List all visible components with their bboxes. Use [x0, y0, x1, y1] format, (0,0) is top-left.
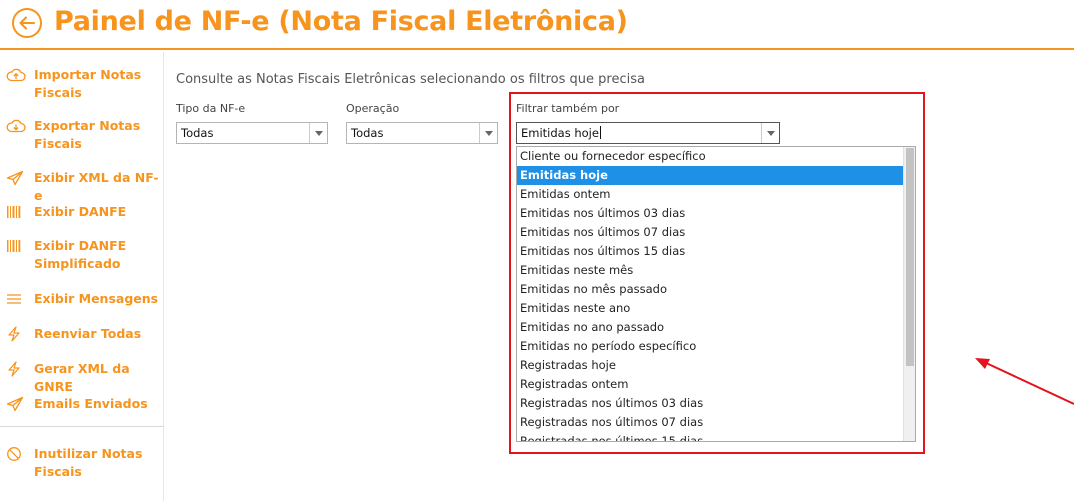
cloud-download-icon	[6, 118, 26, 134]
send-icon	[6, 396, 26, 412]
sidebar-item-label: Exibir DANFE Simplificado	[34, 238, 127, 271]
sidebar-item-importar-notas[interactable]: Importar Notas Fiscais	[6, 66, 162, 102]
dropdown-option[interactable]: Emitidas nos últimos 07 dias	[517, 223, 903, 242]
sidebar-item-exibir-danfe[interactable]: Exibir DANFE	[6, 203, 162, 221]
chevron-down-icon[interactable]	[309, 123, 327, 143]
sidebar-item-reenviar-todas[interactable]: Reenviar Todas	[6, 325, 162, 343]
sidebar-item-label: Exibir Mensagens	[34, 291, 159, 306]
dropdown-option[interactable]: Cliente ou fornecedor específico	[517, 147, 903, 166]
dropdown-option[interactable]: Emitidas nos últimos 15 dias	[517, 242, 903, 261]
dropdown-option[interactable]: Registradas nos últimos 07 dias	[517, 413, 903, 432]
sidebar-item-exibir-mensagens[interactable]: Exibir Mensagens	[6, 290, 162, 308]
sidebar-divider	[0, 426, 164, 427]
dropdown-option[interactable]: Emitidas neste ano	[517, 299, 903, 318]
dropdown-option[interactable]: Registradas nos últimos 15 dias	[517, 432, 903, 441]
sidebar-item-label: Importar Notas Fiscais	[34, 67, 142, 100]
operacao-label: Operação	[346, 102, 400, 115]
dropdown-option[interactable]: Emitidas nos últimos 03 dias	[517, 204, 903, 223]
dropdown-option-selected[interactable]: Emitidas hoje	[517, 166, 903, 185]
dropdown-option[interactable]: Emitidas ontem	[517, 185, 903, 204]
operacao-value: Todas	[351, 126, 384, 140]
sidebar-item-label: Emails Enviados	[34, 396, 148, 411]
sidebar-item-label: Exportar Notas Fiscais	[34, 118, 141, 151]
lightning-icon	[6, 361, 26, 377]
back-button[interactable]	[12, 8, 42, 38]
arrow-left-icon	[19, 16, 35, 30]
dropdown-scrollbar[interactable]	[903, 147, 915, 441]
sidebar-item-inutilizar-notas[interactable]: Inutilizar Notas Fiscais	[6, 445, 162, 481]
chevron-down-icon[interactable]	[479, 123, 497, 143]
sidebar-item-emails-enviados[interactable]: Emails Enviados	[6, 395, 162, 413]
cloud-upload-icon	[6, 67, 26, 83]
tipo-nfe-select[interactable]: Todas	[176, 122, 328, 144]
sidebar-item-exibir-xml[interactable]: Exibir XML da NF-e	[6, 169, 162, 205]
dropdown-option[interactable]: Registradas ontem	[517, 375, 903, 394]
dropdown-option[interactable]: Emitidas no período específico	[517, 337, 903, 356]
dropdown-option[interactable]: Emitidas no ano passado	[517, 318, 903, 337]
filtrar-value: Emitidas hoje	[521, 126, 599, 140]
operacao-select[interactable]: Todas	[346, 122, 498, 144]
sidebar-item-exibir-danfe-simplificado[interactable]: Exibir DANFE Simplificado	[6, 237, 162, 273]
filtrar-dropdown-list: Cliente ou fornecedor específico Emitida…	[516, 146, 916, 442]
sidebar-item-gerar-xml-gnre[interactable]: Gerar XML da GNRE	[6, 360, 162, 396]
page-header: Painel de NF-e (Nota Fiscal Eletrônica)	[0, 0, 1074, 50]
sidebar-item-exportar-notas[interactable]: Exportar Notas Fiscais	[6, 117, 162, 153]
tipo-nfe-value: Todas	[181, 126, 214, 140]
tipo-nfe-label: Tipo da NF-e	[176, 102, 246, 115]
page-title: Painel de NF-e (Nota Fiscal Eletrônica)	[54, 6, 628, 37]
sidebar-item-label: Exibir DANFE	[34, 204, 127, 219]
dropdown-option[interactable]: Registradas nos últimos 03 dias	[517, 394, 903, 413]
menu-lines-icon	[6, 291, 26, 307]
annotation-arrow	[975, 358, 1074, 405]
dropdown-option[interactable]: Emitidas neste mês	[517, 261, 903, 280]
barcode-icon	[6, 204, 26, 220]
scrollbar-thumb[interactable]	[906, 148, 914, 366]
barcode-icon	[6, 238, 26, 254]
dropdown-option[interactable]: Registradas hoje	[517, 356, 903, 375]
filtrar-label: Filtrar também por	[516, 102, 620, 115]
filtrar-select[interactable]: Emitidas hoje	[516, 122, 780, 144]
chevron-down-icon[interactable]	[761, 123, 779, 143]
dropdown-option[interactable]: Emitidas no mês passado	[517, 280, 903, 299]
sidebar-item-label: Reenviar Todas	[34, 326, 142, 341]
sidebar-item-label: Gerar XML da GNRE	[34, 361, 130, 394]
intro-text: Consulte as Notas Fiscais Eletrônicas se…	[176, 72, 645, 87]
sidebar-item-label: Exibir XML da NF-e	[34, 170, 159, 203]
prohibited-icon	[6, 446, 26, 462]
lightning-icon	[6, 326, 26, 342]
sidebar: Importar Notas Fiscais Exportar Notas Fi…	[0, 52, 164, 501]
sidebar-item-label: Inutilizar Notas Fiscais	[34, 446, 143, 479]
send-icon	[6, 170, 26, 186]
text-caret	[599, 126, 601, 139]
